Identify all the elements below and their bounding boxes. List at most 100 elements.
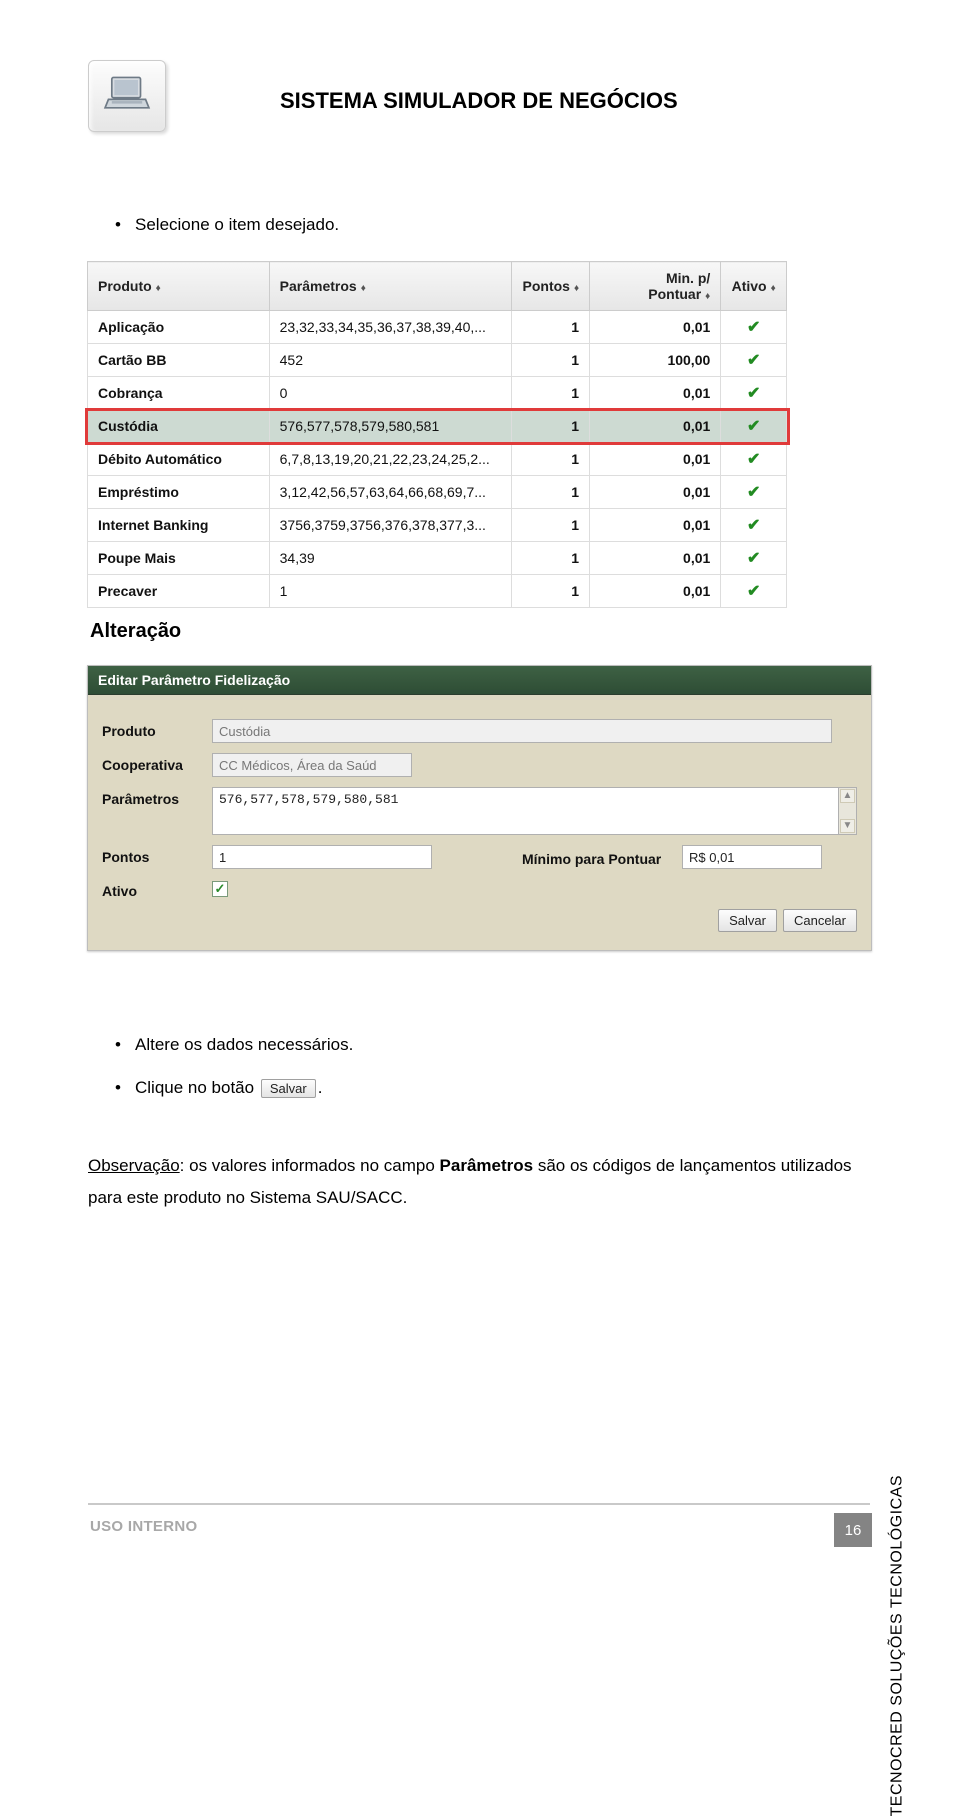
- row-ativo: Ativo ✓: [102, 879, 857, 899]
- textarea-parametros[interactable]: 576,577,578,579,580,581: [212, 787, 839, 835]
- cell-parametros: 452: [269, 344, 511, 377]
- table-row[interactable]: Internet Banking3756,3759,3756,376,378,3…: [88, 509, 787, 542]
- cell-min: 100,00: [590, 344, 721, 377]
- cell-ativo: ✔: [721, 410, 787, 443]
- logo-laptop-icon: [88, 60, 166, 132]
- checkmark-icon: ✔: [747, 319, 760, 336]
- observation-bold: Parâmetros: [440, 1156, 534, 1175]
- vertical-brand-text: TECNOCRED SOLUÇÕES TECNOLÓGICAS: [888, 1475, 906, 1816]
- scroll-up-icon[interactable]: ▲: [840, 789, 855, 803]
- cell-min: 0,01: [590, 311, 721, 344]
- laptop-svg: [100, 69, 154, 123]
- checkmark-icon: ✔: [747, 385, 760, 402]
- table-row[interactable]: Débito Automático6,7,8,13,19,20,21,22,23…: [88, 443, 787, 476]
- input-minimo[interactable]: [682, 845, 822, 869]
- cell-min: 0,01: [590, 410, 721, 443]
- document-header: SISTEMA SIMULADOR DE NEGÓCIOS: [100, 70, 870, 160]
- row-minimo: Mínimo para Pontuar: [522, 845, 822, 869]
- label-cooperativa: Cooperativa: [102, 753, 212, 773]
- cell-ativo: ✔: [721, 377, 787, 410]
- textarea-scrollbar[interactable]: ▲ ▼: [839, 787, 857, 835]
- cell-ativo: ✔: [721, 542, 787, 575]
- table-row[interactable]: Precaver110,01✔: [88, 575, 787, 608]
- checkmark-icon: ✔: [747, 418, 760, 435]
- save-button[interactable]: Salvar: [718, 909, 777, 932]
- edit-panel-body: Produto Cooperativa Parâmetros 576,577,5…: [88, 695, 871, 950]
- label-pontos: Pontos: [102, 845, 212, 865]
- cell-produto: Poupe Mais: [88, 542, 270, 575]
- sort-icon: ♦: [574, 283, 579, 294]
- label-parametros: Parâmetros: [102, 787, 212, 807]
- cell-parametros: 34,39: [269, 542, 511, 575]
- observation-paragraph: Observação: os valores informados no cam…: [88, 1150, 858, 1215]
- cell-parametros: 3,12,42,56,57,63,64,66,68,69,7...: [269, 476, 511, 509]
- table-row[interactable]: Cobrança010,01 ✔: [88, 377, 787, 410]
- table-row[interactable]: Custódia576,577,578,579,580,58110,01✔: [88, 410, 787, 443]
- cell-produto: Custódia: [88, 410, 270, 443]
- col-header-parametros[interactable]: Parâmetros♦: [269, 262, 511, 311]
- table-row[interactable]: Poupe Mais34,3910,01✔: [88, 542, 787, 575]
- label-ativo: Ativo: [102, 879, 212, 899]
- checkmark-icon: ✔: [747, 352, 760, 369]
- cell-pontos: 1: [511, 509, 589, 542]
- row-pontos: Pontos Mínimo para Pontuar: [102, 845, 857, 869]
- cell-parametros: 0: [269, 377, 511, 410]
- cell-ativo: ✔: [721, 575, 787, 608]
- instruction-alter-data: Altere os dados necessários.: [135, 1035, 353, 1055]
- footer-left-text: USO INTERNO: [90, 1518, 197, 1535]
- cell-ativo: ✔: [721, 344, 787, 377]
- checkbox-ativo[interactable]: ✓: [212, 881, 228, 897]
- col-header-pontos[interactable]: Pontos♦: [511, 262, 589, 311]
- edit-panel: Editar Parâmetro Fidelização Produto Coo…: [87, 665, 872, 951]
- cell-pontos: 1: [511, 377, 589, 410]
- page-title: SISTEMA SIMULADOR DE NEGÓCIOS: [280, 88, 678, 114]
- table-header-row: Produto♦ Parâmetros♦ Pontos♦ Min. p/ Pon…: [88, 262, 787, 311]
- input-produto[interactable]: [212, 719, 832, 743]
- cell-pontos: 1: [511, 344, 589, 377]
- cell-parametros: 23,32,33,34,35,36,37,38,39,40,...: [269, 311, 511, 344]
- cell-produto: Precaver: [88, 575, 270, 608]
- label-produto: Produto: [102, 719, 212, 739]
- cell-ativo: ✔: [721, 443, 787, 476]
- input-pontos[interactable]: [212, 845, 432, 869]
- cell-pontos: 1: [511, 476, 589, 509]
- cell-pontos: 1: [511, 575, 589, 608]
- cell-pontos: 1: [511, 542, 589, 575]
- table-row[interactable]: Empréstimo3,12,42,56,57,63,64,66,68,69,7…: [88, 476, 787, 509]
- observation-mid1: : os valores informados no campo: [180, 1156, 440, 1175]
- scroll-down-icon[interactable]: ▼: [840, 819, 855, 833]
- instruction-select-item: Selecione o item desejado.: [135, 215, 339, 235]
- cell-parametros: 3756,3759,3756,376,378,377,3...: [269, 509, 511, 542]
- cell-ativo: ✔: [721, 311, 787, 344]
- edit-panel-title: Editar Parâmetro Fidelização: [88, 666, 871, 695]
- table-row[interactable]: Cartão BB4521100,00 ✔: [88, 344, 787, 377]
- cell-min: 0,01: [590, 443, 721, 476]
- row-produto: Produto: [102, 719, 857, 743]
- cell-produto: Débito Automático: [88, 443, 270, 476]
- input-cooperativa[interactable]: [212, 753, 412, 777]
- col-header-min[interactable]: Min. p/ Pontuar♦: [590, 262, 721, 311]
- cell-produto: Empréstimo: [88, 476, 270, 509]
- cell-produto: Internet Banking: [88, 509, 270, 542]
- cancel-button[interactable]: Cancelar: [783, 909, 857, 932]
- row-cooperativa: Cooperativa: [102, 753, 857, 777]
- cell-parametros: 6,7,8,13,19,20,21,22,23,24,25,2...: [269, 443, 511, 476]
- products-table: Produto♦ Parâmetros♦ Pontos♦ Min. p/ Pon…: [87, 261, 787, 608]
- table-row[interactable]: Aplicação23,32,33,34,35,36,37,38,39,40,.…: [88, 311, 787, 344]
- cell-pontos: 1: [511, 410, 589, 443]
- cell-min: 0,01: [590, 377, 721, 410]
- checkmark-icon: ✔: [747, 517, 760, 534]
- col-header-produto[interactable]: Produto♦: [88, 262, 270, 311]
- cell-min: 0,01: [590, 542, 721, 575]
- cell-produto: Cobrança: [88, 377, 270, 410]
- cell-produto: Cartão BB: [88, 344, 270, 377]
- instruction-click-prefix: Clique no botão: [135, 1078, 254, 1097]
- sort-icon: ♦: [705, 291, 710, 302]
- instruction-click-save: Clique no botão Salvar.: [135, 1078, 322, 1098]
- cell-pontos: 1: [511, 443, 589, 476]
- col-header-ativo[interactable]: Ativo♦: [721, 262, 787, 311]
- cell-ativo: ✔: [721, 476, 787, 509]
- checkmark-icon: ✔: [747, 484, 760, 501]
- sort-icon: ♦: [156, 283, 161, 294]
- cell-min: 0,01: [590, 509, 721, 542]
